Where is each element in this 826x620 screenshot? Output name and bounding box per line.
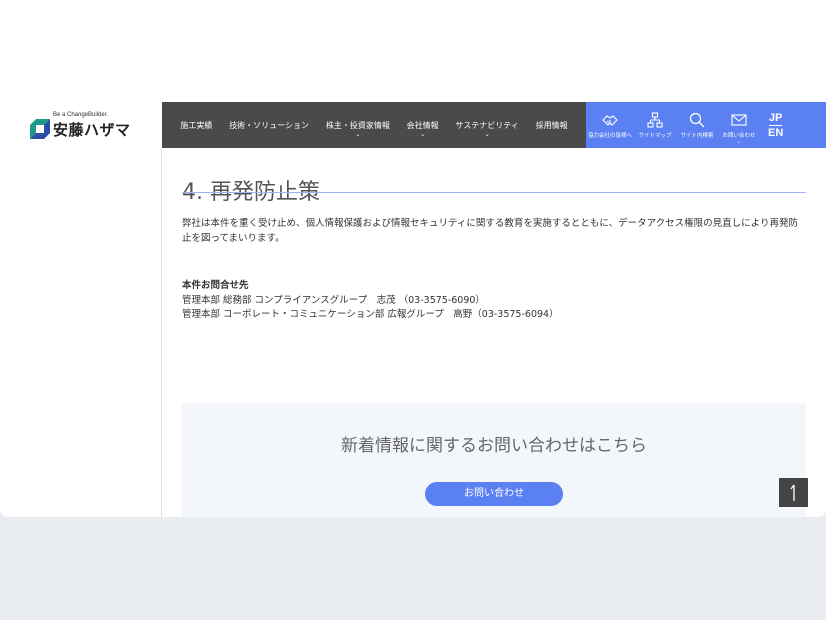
contact-line-pr: 管理本部 コーポレート・コミュニケーション部 広報グループ 高野（03-3575… (182, 309, 559, 320)
search-icon (689, 112, 705, 127)
contact-info: 本件お問合せ先 管理本部 総務部 コンプライアンスグループ 志茂 （03-357… (182, 279, 806, 323)
lang-en-link[interactable]: EN (768, 126, 783, 140)
logo-mark-icon (30, 119, 50, 139)
nav-item-investors[interactable]: 株主・投資家情報 ⌄ (326, 120, 390, 138)
arrow-up-icon (789, 484, 795, 501)
sidebar-divider (161, 148, 162, 517)
handshake-icon (602, 114, 618, 126)
chevron-down-icon: ⌄ (736, 139, 742, 145)
browser-viewport: Be a ChangeBuilder. 安藤ハザマ 施工実績 技術・ソリューショ… (0, 0, 826, 517)
inquiry-button[interactable]: お問い合わせ (425, 482, 563, 506)
site-logo[interactable]: Be a ChangeBuilder. 安藤ハザマ (30, 112, 150, 142)
contact-heading: 本件お問合せ先 (182, 280, 249, 291)
nav-item-sustainability[interactable]: サステナビリティ ⌄ (455, 120, 518, 138)
section-title: 4. 再発防止策 (182, 180, 320, 206)
language-switcher: JP EN (768, 111, 783, 140)
nav-item-works[interactable]: 施工実績 (180, 120, 212, 131)
nav-item-recruit[interactable]: 採用情報 (536, 120, 568, 131)
logo-tagline: Be a ChangeBuilder. (53, 112, 109, 118)
site-search-link[interactable]: サイト内検索 (676, 102, 718, 148)
logo-name: 安藤ハザマ (53, 121, 131, 139)
sitemap-icon (647, 111, 663, 128)
chevron-down-icon: ⌄ (484, 130, 490, 138)
global-nav: 施工実績 技術・ソリューション 株主・投資家情報 ⌄ 会社情報 ⌄ サステナビリ… (162, 102, 586, 148)
contact-link[interactable]: お問い合わせ ⌄ (718, 102, 760, 148)
nav-item-company[interactable]: 会社情報 ⌄ (407, 120, 439, 138)
inquiry-panel: 新着情報に関するお問い合わせはこちら お問い合わせ (182, 403, 806, 517)
lang-jp-link[interactable]: JP (768, 111, 783, 126)
nav-item-technology[interactable]: 技術・ソリューション (229, 120, 309, 131)
partners-link[interactable]: 協力会社の皆様へ (586, 102, 634, 148)
contact-line-general-affairs: 管理本部 総務部 コンプライアンスグループ 志茂 （03-3575-6090） (182, 294, 485, 306)
mail-icon (731, 113, 747, 126)
title-divider (182, 192, 806, 193)
back-to-top-button[interactable] (779, 478, 808, 507)
chevron-down-icon: ⌄ (420, 130, 426, 138)
inquiry-title: 新着情報に関するお問い合わせはこちら (341, 436, 647, 456)
sitemap-link[interactable]: サイトマップ (634, 102, 676, 148)
utility-nav: 協力会社の皆様へ サイトマップ サイト内検索 お問い合わせ ⌄ JP EN (586, 102, 826, 148)
chevron-down-icon: ⌄ (355, 130, 361, 138)
section-body: 弊社は本件を重く受け止め、個人情報保護および情報セキュリティに関する教育を実施す… (182, 218, 798, 244)
